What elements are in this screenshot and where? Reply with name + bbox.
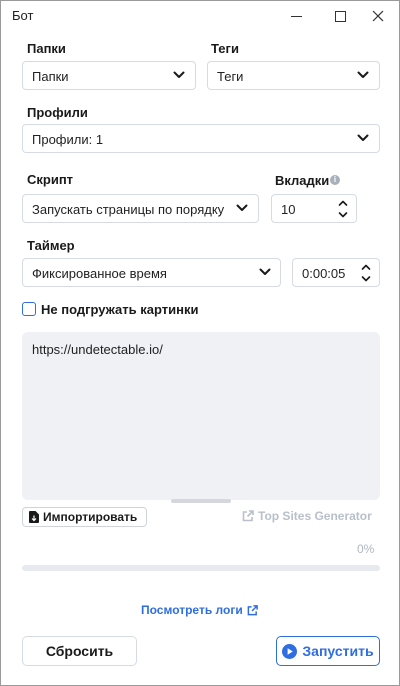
top-sites-generator-link[interactable]: Top Sites Generator bbox=[242, 509, 372, 523]
script-select[interactable]: Запускать страницы по порядку bbox=[22, 194, 259, 223]
folders-select[interactable]: Папки bbox=[22, 61, 196, 90]
view-logs-label: Посмотреть логи bbox=[141, 603, 243, 617]
folders-select-value: Папки bbox=[32, 69, 69, 84]
top-sites-generator-label: Top Sites Generator bbox=[258, 509, 372, 523]
folders-label: Папки bbox=[27, 41, 66, 56]
run-button[interactable]: Запустить bbox=[276, 636, 380, 666]
tabs-count-stepper[interactable]: 10 bbox=[271, 194, 357, 223]
profiles-select-value: Профили: 1 bbox=[32, 132, 104, 147]
textarea-resize-handle[interactable] bbox=[171, 499, 231, 503]
timer-time-value: 0:00:05 bbox=[302, 266, 346, 281]
timer-mode-select[interactable]: Фиксированное время bbox=[22, 258, 281, 287]
stepper-arrows-icon[interactable] bbox=[338, 198, 348, 220]
tags-select-value: Теги bbox=[217, 69, 244, 84]
tabs-count-value: 10 bbox=[281, 202, 296, 217]
import-button[interactable]: Импортировать bbox=[22, 507, 147, 527]
script-label: Скрипт bbox=[27, 172, 74, 187]
info-icon[interactable]: i bbox=[330, 175, 340, 185]
external-link-icon bbox=[247, 604, 258, 615]
timer-mode-value: Фиксированное время bbox=[32, 266, 167, 281]
reset-button-label: Сбросить bbox=[45, 643, 114, 659]
tags-select[interactable]: Теги bbox=[207, 61, 380, 90]
play-circle-icon bbox=[282, 643, 298, 659]
timer-label: Таймер bbox=[27, 238, 75, 253]
stepper-arrows-icon[interactable] bbox=[361, 262, 371, 284]
file-import-icon bbox=[29, 511, 39, 523]
view-logs-link[interactable]: Посмотреть логи bbox=[141, 603, 258, 617]
tabs-label: Вкладки bbox=[275, 173, 330, 188]
close-button[interactable] bbox=[356, 1, 400, 31]
urls-text: https://undetectable.io/ bbox=[32, 342, 163, 357]
maximize-icon bbox=[334, 10, 346, 22]
progress-bar bbox=[22, 565, 380, 571]
chevron-down-icon bbox=[236, 204, 248, 211]
chevron-down-icon bbox=[173, 71, 185, 78]
run-button-label: Запустить bbox=[302, 643, 374, 659]
profiles-select[interactable]: Профили: 1 bbox=[22, 124, 380, 153]
bot-window: Бот Папки Папки Теги Теги Профили Профил… bbox=[0, 0, 400, 686]
title-bar: Бот bbox=[1, 1, 399, 31]
import-button-label: Импортировать bbox=[43, 510, 138, 524]
chevron-down-icon bbox=[259, 268, 271, 275]
minimize-button[interactable] bbox=[274, 1, 318, 31]
script-select-value: Запускать страницы по порядку bbox=[32, 202, 225, 217]
profiles-label: Профили bbox=[27, 105, 88, 120]
timer-time-stepper[interactable]: 0:00:05 bbox=[292, 258, 380, 287]
window-title: Бот bbox=[12, 8, 34, 23]
external-link-icon bbox=[242, 510, 254, 522]
progress-percent: 0% bbox=[357, 542, 375, 556]
chevron-down-icon bbox=[357, 134, 369, 141]
reset-button[interactable]: Сбросить bbox=[22, 636, 137, 666]
urls-textarea[interactable]: https://undetectable.io/ bbox=[22, 332, 380, 500]
no-images-label[interactable]: Не подгружать картинки bbox=[41, 302, 198, 317]
chevron-down-icon bbox=[357, 71, 369, 78]
close-icon bbox=[372, 10, 384, 22]
minimize-icon bbox=[290, 15, 302, 17]
tags-label: Теги bbox=[211, 41, 239, 56]
no-images-checkbox[interactable] bbox=[22, 302, 36, 316]
